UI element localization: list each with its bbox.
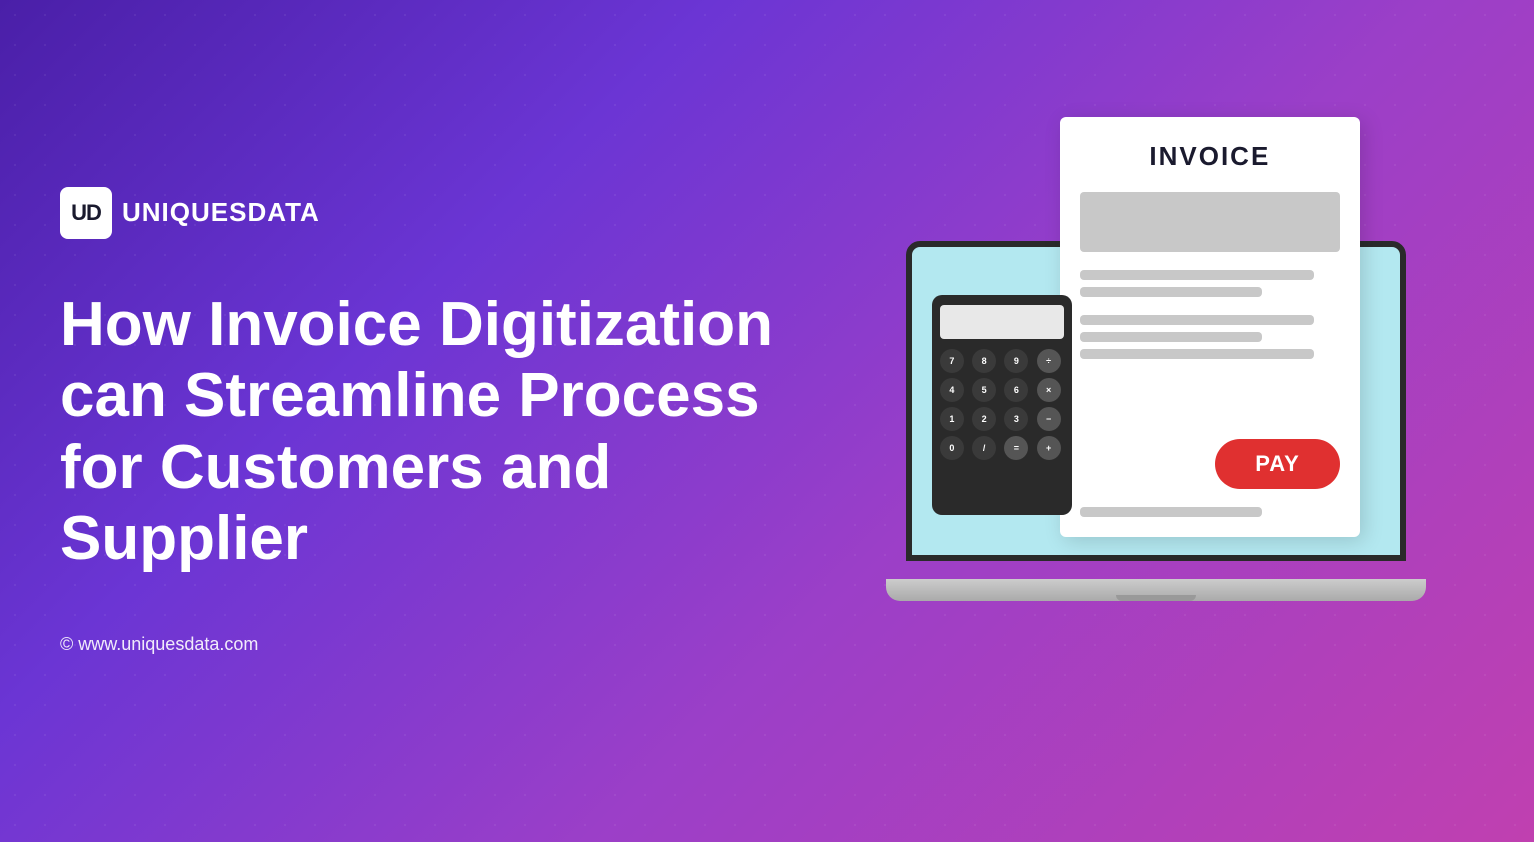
calc-btn-5: 5: [972, 378, 996, 402]
pay-button[interactable]: PAY: [1215, 439, 1340, 489]
calculator-buttons: 7 8 9 ÷ 4 5 6 × 1 2 3 − 0 / =: [940, 349, 1064, 460]
logo-area: UD UNIQUESDATA: [60, 187, 838, 239]
laptop-base: [886, 579, 1426, 601]
invoice-line-5: [1080, 349, 1314, 359]
calc-btn-add: +: [1037, 436, 1061, 460]
invoice-lines-mid: [1080, 315, 1340, 359]
calc-btn-sub: −: [1037, 407, 1061, 431]
calc-btn-mul: ×: [1037, 378, 1061, 402]
calc-btn-slash: /: [972, 436, 996, 460]
calc-btn-4: 4: [940, 378, 964, 402]
invoice-label: INVOICE: [1080, 141, 1340, 172]
invoice-line-3: [1080, 315, 1314, 325]
calc-btn-1: 1: [940, 407, 964, 431]
calc-btn-6: 6: [1004, 378, 1028, 402]
calculator-illustration: 7 8 9 ÷ 4 5 6 × 1 2 3 − 0 / =: [932, 295, 1072, 515]
right-section: INVOICE PAY: [838, 241, 1474, 601]
invoice-line-1: [1080, 270, 1314, 280]
page-background: UD UNIQUESDATA How Invoice Digitization …: [0, 0, 1534, 842]
calc-btn-3: 3: [1004, 407, 1028, 431]
calc-btn-2: 2: [972, 407, 996, 431]
calc-btn-7: 7: [940, 349, 964, 373]
page-title: How Invoice Digitization can Streamline …: [60, 289, 838, 574]
logo-icon: UD: [60, 187, 112, 239]
calc-btn-0: 0: [940, 436, 964, 460]
invoice-lines-top: [1080, 270, 1340, 297]
calculator-display: [940, 305, 1064, 339]
brand-name: UNIQUESDATA: [122, 197, 320, 228]
calc-btn-eq: =: [1004, 436, 1028, 460]
copyright-text: © www.uniquesdata.com: [60, 634, 838, 655]
laptop-illustration: INVOICE PAY: [896, 241, 1416, 601]
calc-btn-8: 8: [972, 349, 996, 373]
calc-btn-div: ÷: [1037, 349, 1061, 373]
invoice-header-block: [1080, 192, 1340, 252]
invoice-paper: INVOICE PAY: [1060, 117, 1360, 537]
invoice-line-2: [1080, 287, 1262, 297]
left-section: UD UNIQUESDATA How Invoice Digitization …: [60, 187, 838, 655]
calc-btn-9: 9: [1004, 349, 1028, 373]
invoice-lines-bottom: [1080, 507, 1340, 517]
laptop-screen: INVOICE PAY: [906, 241, 1406, 561]
invoice-line-4: [1080, 332, 1262, 342]
invoice-line-6: [1080, 507, 1262, 517]
